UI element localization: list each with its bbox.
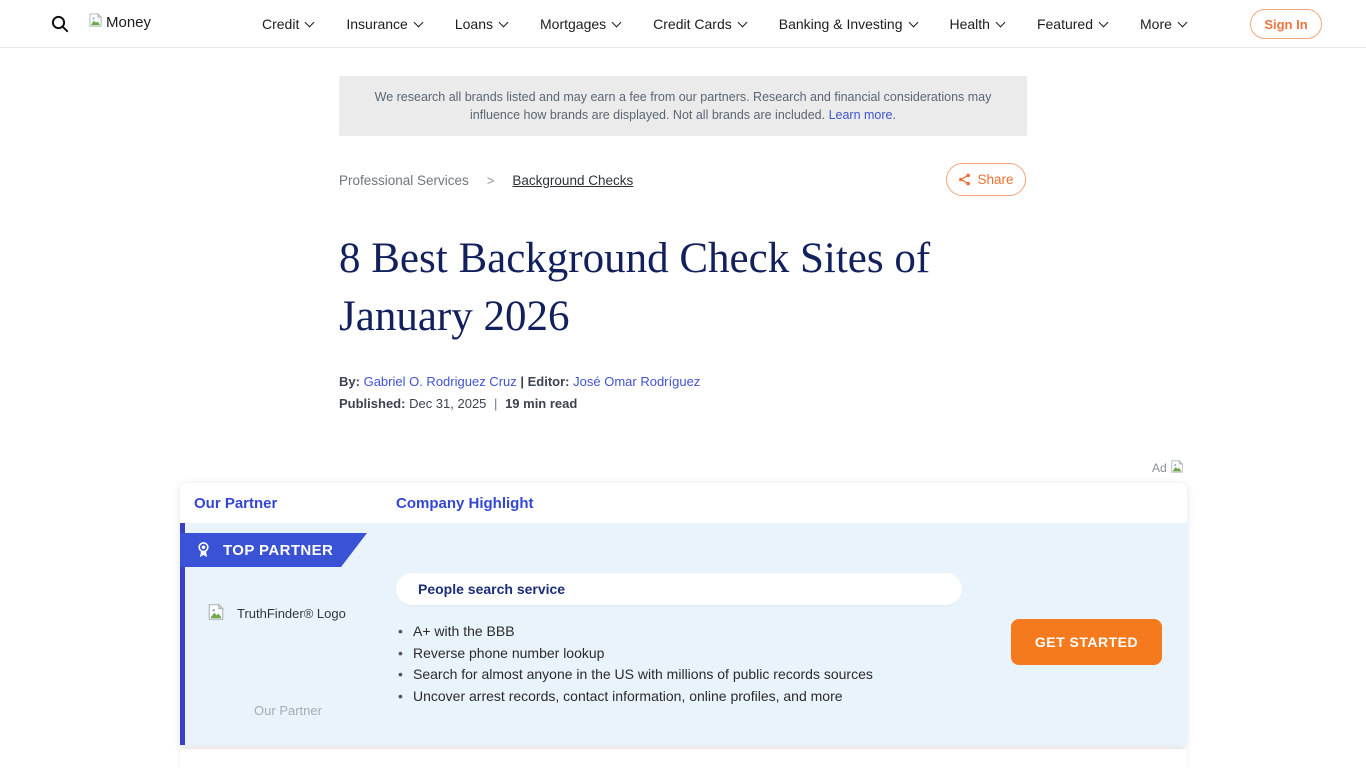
ad-label: Ad [1152, 459, 1184, 477]
our-partner-caption: Our Partner [180, 703, 396, 718]
by-label: By: [339, 374, 360, 389]
published-line: Published: Dec 31, 2025 | 19 min read [339, 396, 577, 411]
editor-label: | Editor: [520, 374, 569, 389]
published-date: Dec 31, 2025 [409, 396, 486, 411]
broken-image-icon [88, 12, 103, 32]
search-icon[interactable] [50, 14, 70, 34]
author-link[interactable]: Gabriel O. Rodriguez Cruz [364, 374, 517, 389]
breadcrumb-row: Professional Services > Background Check… [339, 163, 1027, 199]
breadcrumb-professional-services[interactable]: Professional Services [339, 173, 469, 188]
partner-cell: TruthFinder® Logo Our Partner [180, 523, 396, 745]
feature-bullet: Reverse phone number lookup [396, 643, 996, 665]
published-label: Published: [339, 396, 405, 411]
broken-image-icon [207, 603, 225, 624]
separator: | [490, 396, 501, 411]
highlight-pill-label: People search service [418, 581, 565, 597]
logo-alt-text: TruthFinder® Logo [237, 606, 346, 621]
chevron-down-icon [413, 17, 423, 27]
feature-bullet: A+ with the BBB [396, 621, 996, 643]
page-title: 8 Best Background Check Sites of January… [339, 230, 1039, 346]
nav-item-more[interactable]: More [1140, 16, 1186, 32]
breadcrumb-separator-icon: > [487, 173, 495, 188]
share-button[interactable]: Share [946, 163, 1026, 196]
nav-item-insurance[interactable]: Insurance [346, 16, 421, 32]
byline: By: Gabriel O. Rodriguez Cruz | Editor: … [339, 374, 700, 389]
table-header-row: Our Partner Company Highlight [180, 483, 1187, 523]
main-nav: Credit Insurance Loans Mortgages Credit … [262, 0, 1186, 48]
partner-comparison-table: Our Partner Company Highlight TOP PARTNE… [180, 483, 1187, 745]
top-navigation-bar: Money Credit Insurance Loans Mortgages C… [0, 0, 1366, 48]
feature-bullet: Search for almost anyone in the US with … [396, 664, 996, 686]
column-header-our-partner: Our Partner [180, 495, 396, 512]
chevron-down-icon [612, 17, 622, 27]
chevron-down-icon [305, 17, 315, 27]
sign-in-button[interactable]: Sign In [1250, 9, 1322, 39]
editor-link[interactable]: José Omar Rodríguez [573, 374, 700, 389]
read-time: 19 min read [505, 396, 577, 411]
disclaimer-text: We research all brands listed and may ea… [359, 88, 1007, 124]
breadcrumb-background-checks[interactable]: Background Checks [512, 173, 633, 188]
column-header-company-highlight: Company Highlight [396, 495, 534, 512]
highlight-pill: People search service [396, 573, 962, 605]
nav-item-mortgages[interactable]: Mortgages [540, 16, 620, 32]
get-started-button[interactable]: GET STARTED [1011, 619, 1162, 665]
advertiser-disclaimer: We research all brands listed and may ea… [339, 76, 1027, 136]
page: Money Credit Insurance Loans Mortgages C… [0, 0, 1366, 768]
top-partner-row: TOP PARTNER TruthFinder® Logo Our Partne… [180, 523, 1187, 745]
nav-item-health[interactable]: Health [950, 16, 1004, 32]
nav-item-loans[interactable]: Loans [455, 16, 507, 32]
breadcrumb: Professional Services > Background Check… [339, 173, 633, 188]
next-partner-row [180, 749, 1187, 768]
broken-image-icon [1170, 459, 1184, 477]
share-icon [958, 173, 971, 186]
chevron-down-icon [1177, 17, 1187, 27]
chevron-down-icon [499, 17, 509, 27]
money-logo[interactable]: Money [88, 12, 151, 32]
chevron-down-icon [908, 17, 918, 27]
nav-item-banking-investing[interactable]: Banking & Investing [779, 16, 917, 32]
feature-bullet-list: A+ with the BBB Reverse phone number loo… [396, 621, 996, 707]
nav-item-credit[interactable]: Credit [262, 16, 313, 32]
ad-text: Ad [1152, 461, 1167, 475]
learn-more-link[interactable]: Learn more. [829, 108, 896, 122]
nav-item-featured[interactable]: Featured [1037, 16, 1107, 32]
chevron-down-icon [1099, 17, 1109, 27]
chevron-down-icon [996, 17, 1006, 27]
chevron-down-icon [737, 17, 747, 27]
logo-alt-text: Money [106, 14, 151, 31]
feature-bullet: Uncover arrest records, contact informat… [396, 686, 996, 708]
nav-item-credit-cards[interactable]: Credit Cards [653, 16, 746, 32]
truthfinder-logo[interactable]: TruthFinder® Logo [207, 603, 346, 624]
